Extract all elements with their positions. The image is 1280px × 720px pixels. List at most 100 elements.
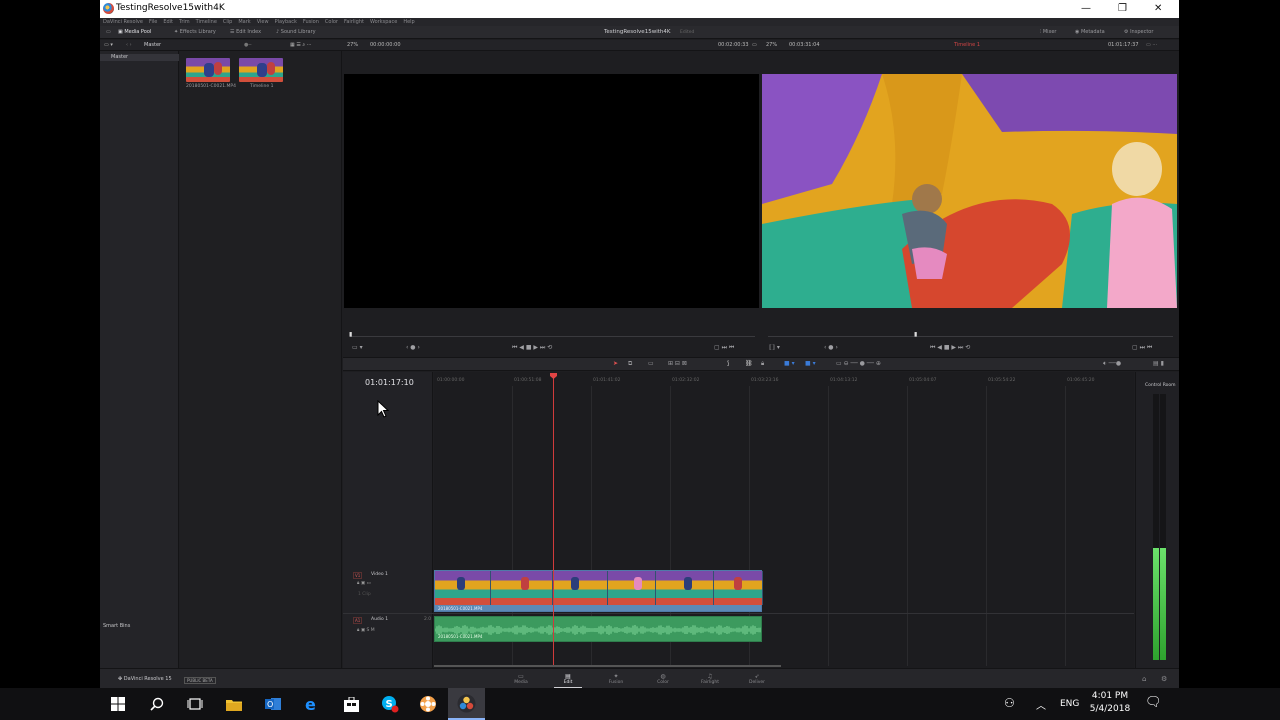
panel-toggle-icon[interactable]: ▭ ▾: [104, 42, 113, 48]
viewer-layout-icon[interactable]: ▭: [752, 42, 757, 48]
source-viewer[interactable]: [344, 74, 759, 308]
menu-item-color[interactable]: Color: [325, 18, 338, 26]
menu-item-fusion[interactable]: Fusion: [303, 18, 319, 26]
home-icon[interactable]: ⌂: [1142, 675, 1146, 683]
davinci-resolve-icon: [457, 694, 476, 713]
app-flower-icon[interactable]: [418, 694, 438, 714]
zoom-fit-icon[interactable]: ▭ ⊖ ── ● ── ⊕: [836, 360, 881, 367]
language-indicator[interactable]: ENG: [1060, 699, 1079, 709]
audio-track-badge[interactable]: A1: [353, 617, 363, 624]
menu-item-fairlight[interactable]: Fairlight: [344, 18, 364, 26]
timeline-selector[interactable]: Timeline 1: [954, 42, 980, 48]
insert-clip-icon[interactable]: ⊞ ⊟ ⊠: [668, 360, 687, 367]
timeline-thumbnail[interactable]: [239, 58, 283, 82]
page-fairlight[interactable]: ♫ Fairlight: [690, 673, 730, 685]
tray-chevron-icon[interactable]: ︿: [1036, 697, 1046, 712]
mixer-button[interactable]: ⫶ Mixer: [1040, 29, 1056, 35]
source-scrub-handle[interactable]: ▮: [349, 331, 352, 338]
timeline-scrub-handle[interactable]: ▮: [914, 331, 917, 338]
media-pool-button[interactable]: ▣ Media Pool: [118, 29, 151, 35]
close-button[interactable]: ✕: [1154, 3, 1162, 14]
sound-library-button[interactable]: ♪ Sound Library: [276, 29, 316, 35]
thumb-size-slider[interactable]: ●─: [244, 42, 251, 48]
flag-icon[interactable]: ■ ▾: [784, 360, 795, 367]
page-fusion[interactable]: ✦ Fusion: [596, 673, 636, 685]
snapping-icon[interactable]: ⟆: [727, 360, 729, 367]
metadata-button[interactable]: ◉ Metadata: [1075, 29, 1105, 35]
timeline-scrub-bar[interactable]: [768, 336, 1173, 337]
layout-icon[interactable]: ▭: [106, 29, 111, 35]
trim-tool-icon[interactable]: ⧉: [628, 360, 632, 368]
audio-meter-toggle-icon[interactable]: ▤ ▮: [1153, 360, 1164, 367]
notifications-icon[interactable]: 🗨︎: [1145, 695, 1162, 710]
outlook-icon[interactable]: O: [263, 694, 283, 714]
timeline-ruler[interactable]: 01:00:00:00 01:00:51:08 01:01:41:02 01:0…: [434, 376, 1134, 386]
timeline-view-options-icon[interactable]: ⟦⟧ ▾: [769, 344, 780, 351]
people-icon[interactable]: ⚇: [1004, 696, 1015, 710]
audio-clip[interactable]: 20180501-C0021.MP4: [434, 616, 762, 642]
source-transport[interactable]: ⏮ ◀ ■ ▶ ⏭ ⟲: [512, 344, 552, 352]
menu-item-help[interactable]: Help: [403, 18, 414, 26]
link-icon[interactable]: ⛓: [745, 360, 753, 367]
menu-item-timeline[interactable]: Timeline: [196, 18, 217, 26]
blade-tool-icon[interactable]: ▭: [648, 360, 654, 367]
video-track-controls[interactable]: 🔒︎ ▣ ▭: [357, 580, 371, 586]
viewer-options-icon[interactable]: ▭ ⋯: [1146, 42, 1157, 48]
maximize-button[interactable]: ❐: [1118, 3, 1127, 14]
effects-library-button[interactable]: ✦ Effects Library: [174, 29, 216, 35]
video-clip-name: 20180501-C0021.MP4: [438, 606, 483, 611]
davinci-taskbar-button[interactable]: [448, 688, 485, 720]
skype-icon[interactable]: S: [380, 694, 400, 714]
grid-view-icon[interactable]: ▦ ☰ ⌕ ⋯: [290, 42, 312, 48]
edge-browser-icon[interactable]: e: [302, 694, 322, 714]
page-deliver[interactable]: ➶ Deliver: [737, 673, 777, 685]
timeline-zoom[interactable]: 27%: [766, 42, 777, 48]
beta-badge: PUBLIC BETA: [184, 677, 216, 684]
source-timecode: 00:00:00:00: [370, 42, 401, 48]
edit-index-button[interactable]: ☰ Edit Index: [230, 29, 261, 35]
timeline-scrollbar[interactable]: [434, 665, 781, 667]
video-track-badge[interactable]: V1: [353, 572, 363, 579]
lock-icon[interactable]: 🔒︎: [761, 360, 764, 368]
timeline-transport[interactable]: ⏮ ◀ ■ ▶ ⏭ ⟲: [930, 344, 970, 352]
store-icon[interactable]: [341, 694, 361, 714]
selection-tool-icon[interactable]: ➤: [613, 360, 618, 367]
media-pool-label: Media Pool: [124, 29, 152, 35]
playhead[interactable]: [553, 376, 554, 666]
bin-master-row[interactable]: Master: [100, 54, 179, 61]
menu-item-playback[interactable]: Playback: [275, 18, 297, 26]
menu-item-trim[interactable]: Trim: [179, 18, 190, 26]
settings-icon[interactable]: ⚙: [1161, 675, 1167, 683]
source-match-frame-icon[interactable]: ▢ ⏭ ⏮: [714, 344, 734, 352]
menu-item-davinci[interactable]: DaVinci Resolve: [103, 18, 143, 26]
menu-item-mark[interactable]: Mark: [238, 18, 250, 26]
minimize-button[interactable]: —: [1081, 3, 1091, 14]
source-view-options-icon[interactable]: ▭ ▾: [352, 344, 363, 351]
timeline-match-frame-icon[interactable]: ▢ ⏭ ⏮: [1132, 344, 1152, 352]
menu-item-workspace[interactable]: Workspace: [370, 18, 397, 26]
menu-item-edit[interactable]: Edit: [163, 18, 173, 26]
start-button-icon[interactable]: [108, 694, 128, 714]
menu-item-view[interactable]: View: [257, 18, 269, 26]
system-clock[interactable]: 4:01 PM 5/4/2018: [1084, 690, 1136, 716]
video-clip[interactable]: 20180501-C0021.MP4: [434, 570, 763, 612]
menu-item-file[interactable]: File: [149, 18, 157, 26]
task-view-icon[interactable]: [185, 694, 205, 714]
inspector-button[interactable]: ⚙ Inspector: [1124, 29, 1153, 35]
timeline-jog-icon[interactable]: ‹ ● ›: [824, 344, 838, 351]
file-explorer-icon[interactable]: [224, 694, 244, 714]
clip-thumbnail[interactable]: [186, 58, 230, 82]
search-icon[interactable]: [147, 694, 167, 714]
page-edit[interactable]: ▤ Edit: [548, 673, 588, 685]
page-color[interactable]: ◍ Color: [643, 673, 683, 685]
source-jog-icon[interactable]: ‹ ● ›: [406, 344, 420, 351]
nav-back-icon[interactable]: ‹ ›: [126, 42, 132, 48]
audio-track-controls[interactable]: 🔒︎ ▣ S M: [357, 627, 375, 633]
source-zoom[interactable]: 27%: [347, 42, 358, 48]
marker-icon[interactable]: ■ ▾: [805, 360, 816, 367]
menu-item-clip[interactable]: Clip: [223, 18, 232, 26]
volume-icon[interactable]: 🔉︎ ──●: [1103, 360, 1121, 368]
timeline-viewer[interactable]: [762, 74, 1177, 308]
page-media[interactable]: ▭ Media: [501, 673, 541, 685]
source-scrub-bar[interactable]: [350, 336, 755, 337]
